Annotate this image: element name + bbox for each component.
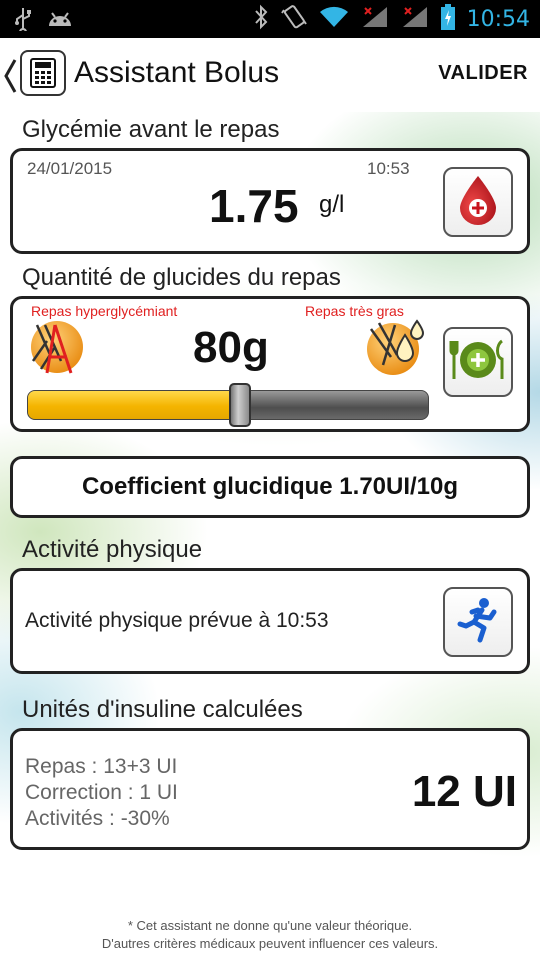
coefficient-card[interactable]: Coefficient glucidique 1.70UI/10g <box>10 456 530 518</box>
insulin-activity-line: Activités : -30% <box>25 807 170 830</box>
carbs-value: 80g <box>193 323 269 372</box>
activity-card: Activité physique prévue à 10:53 <box>10 568 530 674</box>
carbs-slider-track[interactable] <box>27 390 429 420</box>
insulin-total: 12 UI <box>411 767 517 816</box>
add-activity-button[interactable] <box>443 587 513 657</box>
footnote-line-2: D'autres critères médicaux peuvent influ… <box>101 936 439 951</box>
insulin-card: Repas : 13+3 UI Correction : 1 UI Activi… <box>10 728 530 850</box>
carbs-slider-thumb[interactable] <box>229 383 252 427</box>
status-bar: 10:54 <box>0 0 540 38</box>
calculator-icon[interactable] <box>20 50 66 96</box>
glycemia-section-title: Glycémie avant le repas <box>22 116 280 143</box>
signal-icon <box>401 5 429 34</box>
back-chevron-icon[interactable] <box>2 58 18 94</box>
insulin-meal-line: Repas : 13+3 UI <box>25 755 178 778</box>
hyperglycemic-meal-icon[interactable] <box>27 317 89 382</box>
bluetooth-icon <box>253 4 269 35</box>
add-meal-button[interactable] <box>443 327 513 397</box>
insulin-section-title: Unités d'insuline calculées <box>22 696 303 723</box>
validate-button[interactable]: VALIDER <box>438 62 528 85</box>
glycemia-date: 24/01/2015 <box>27 159 113 178</box>
carbs-slider-fill <box>28 391 242 419</box>
battery-charging-icon <box>440 4 455 35</box>
blood-drop-plus-icon <box>456 174 500 231</box>
vibrate-icon <box>280 4 307 35</box>
add-glycemia-button[interactable] <box>443 167 513 237</box>
wifi-icon <box>319 6 349 33</box>
plate-plus-icon <box>448 337 508 388</box>
activity-text: Activité physique prévue à 10:53 <box>25 609 329 632</box>
usb-icon <box>14 7 32 36</box>
runner-icon <box>456 596 500 649</box>
carbs-card: Repas hyperglycémiant Repas très gras 80… <box>10 296 530 432</box>
glycemia-time: 10:53 <box>367 159 410 178</box>
glycemia-unit: g/l <box>319 191 345 218</box>
carbs-section-title: Quantité de glucides du repas <box>22 264 341 291</box>
coefficient-label: Coefficient glucidique 1.70UI/10g <box>81 473 459 500</box>
glycemia-value[interactable]: 1.75 <box>209 179 299 233</box>
status-clock: 10:54 <box>466 7 530 32</box>
footnote-line-1: * Cet assistant ne donne qu'une valeur t… <box>127 918 413 933</box>
action-bar: Assistant Bolus VALIDER <box>0 38 540 112</box>
android-icon <box>46 8 74 35</box>
glycemia-card: 24/01/2015 10:53 1.75 g/l <box>10 148 530 254</box>
signal-icon <box>361 5 389 34</box>
fatty-meal-icon[interactable] <box>365 315 427 382</box>
page-title: Assistant Bolus <box>74 56 280 89</box>
insulin-correction-line: Correction : 1 UI <box>25 781 178 804</box>
activity-section-title: Activité physique <box>22 536 203 563</box>
